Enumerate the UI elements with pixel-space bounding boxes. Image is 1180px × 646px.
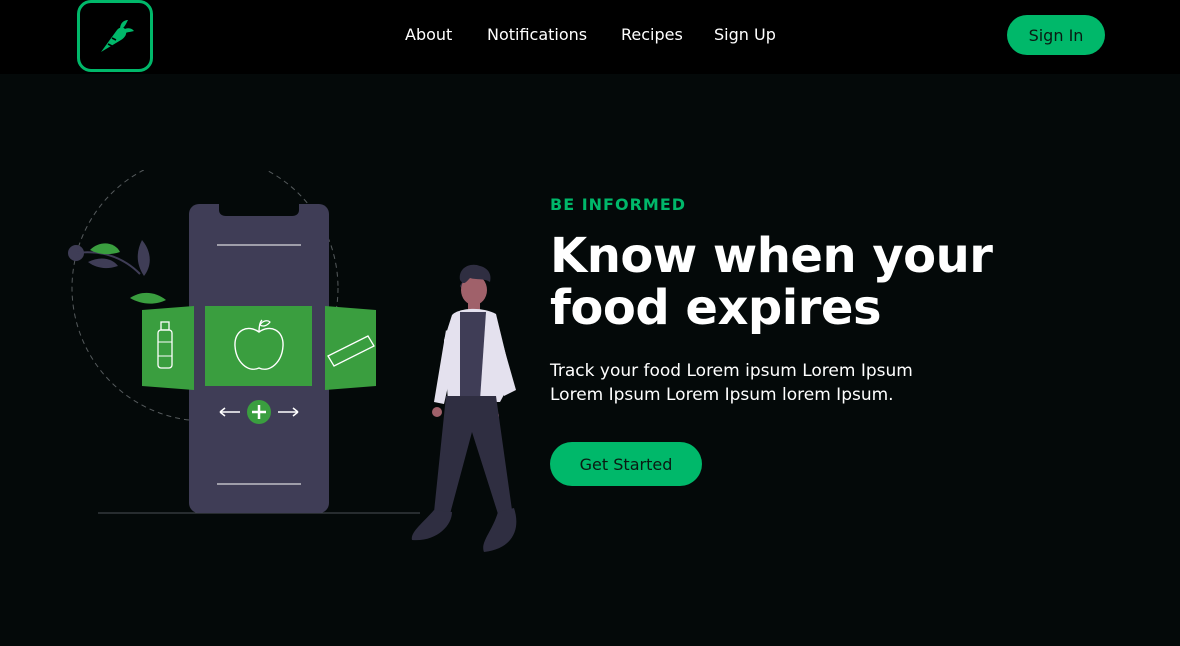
hero-illustration: [60, 154, 540, 570]
logo-link[interactable]: [77, 0, 153, 72]
nav-link-about[interactable]: About: [405, 24, 452, 46]
get-started-button[interactable]: Get Started: [550, 442, 702, 486]
hero-headline: Know when your food expires: [550, 228, 993, 336]
carrot-icon: [101, 20, 134, 52]
nav-link-recipes[interactable]: Recipes: [621, 24, 683, 46]
nav-link-sign-up[interactable]: Sign Up: [714, 24, 776, 46]
sign-in-button[interactable]: Sign In: [1007, 15, 1105, 55]
hero-description: Track your food Lorem ipsum Lorem Ipsum …: [550, 361, 913, 405]
navbar: About Notifications Recipes Sign Up Sign…: [0, 0, 1180, 74]
hero-eyebrow: BE INFORMED: [550, 195, 687, 214]
nav-link-notifications[interactable]: Notifications: [487, 24, 587, 46]
